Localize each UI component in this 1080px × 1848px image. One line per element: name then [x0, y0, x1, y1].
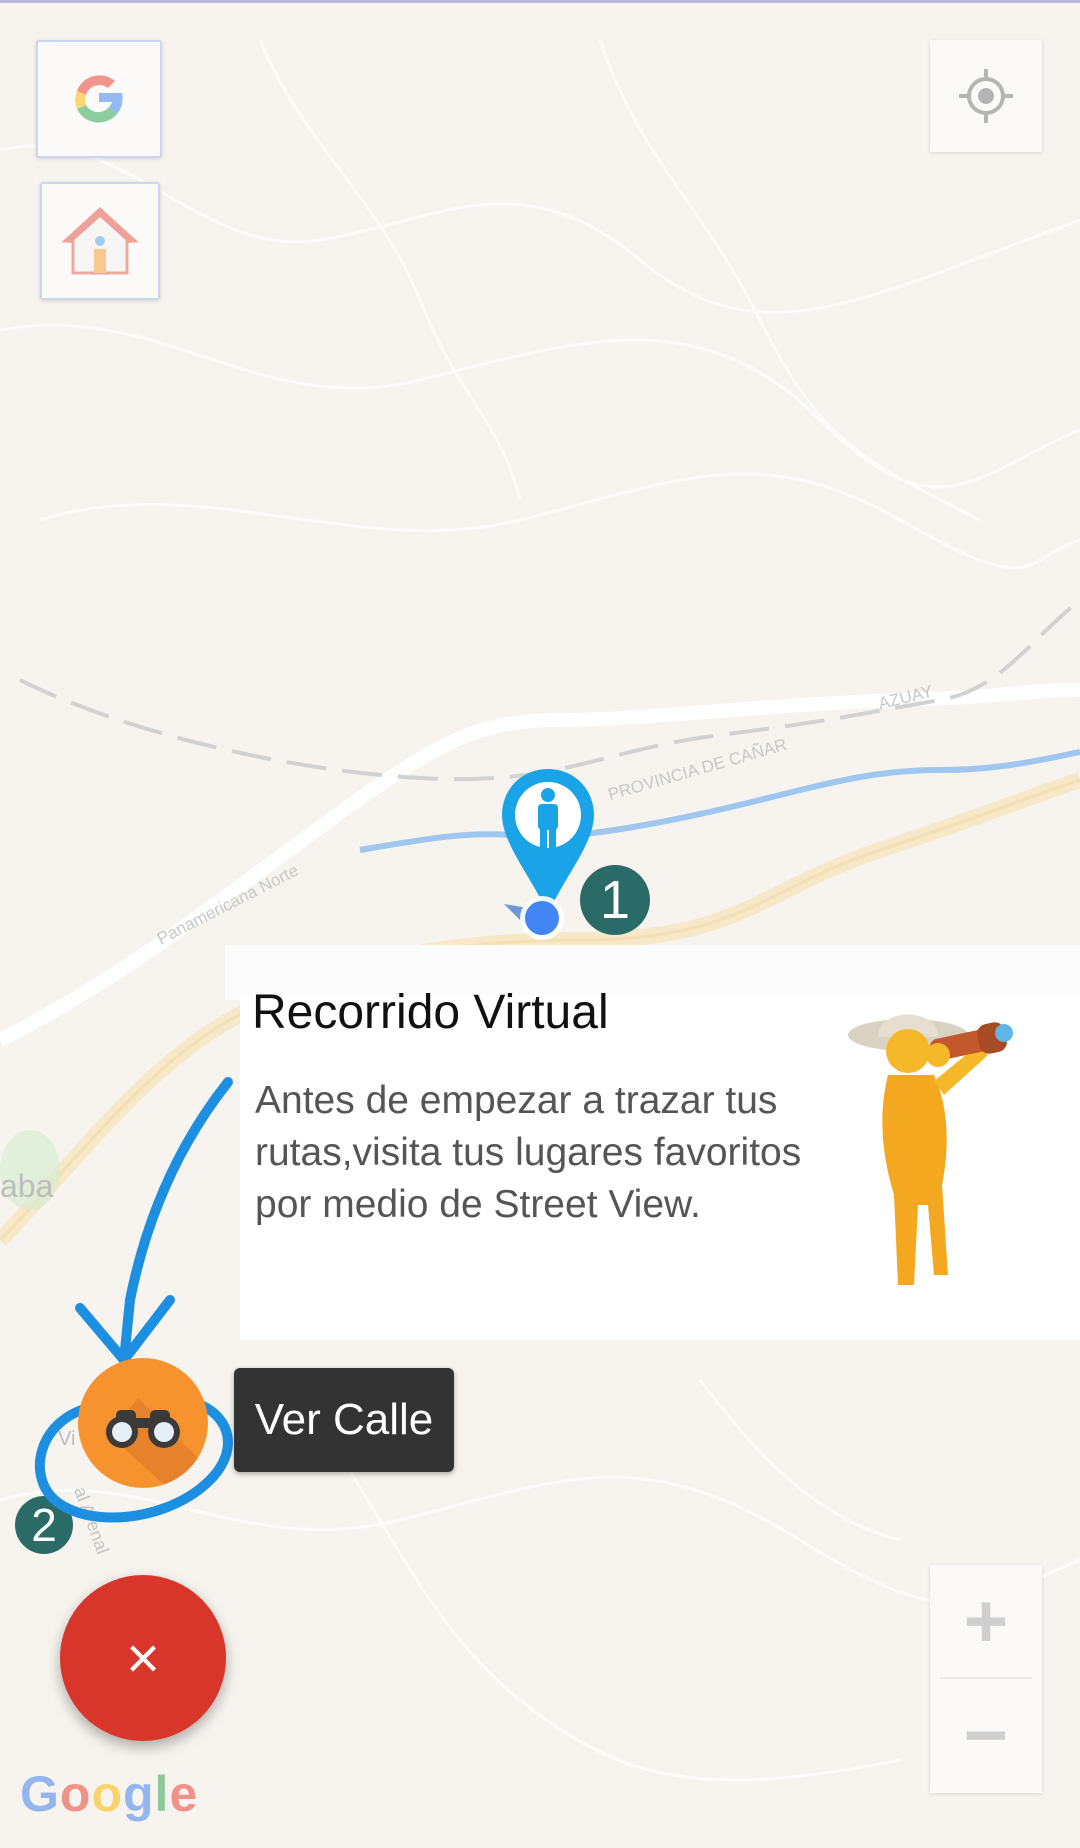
home-button[interactable] — [40, 182, 160, 300]
google-logo: Google — [20, 1766, 199, 1822]
zoom-in-button[interactable]: + — [930, 1565, 1042, 1677]
tutorial-text: Antes de empezar a trazar tus rutas,visi… — [255, 1079, 802, 1226]
top-edge-line — [0, 0, 1080, 3]
home-icon — [61, 206, 139, 275]
google-maps-button[interactable] — [36, 40, 162, 158]
my-location-icon — [959, 69, 1013, 123]
close-icon: × — [126, 1625, 160, 1691]
tutorial-title: Recorrido Virtual — [252, 986, 609, 1039]
zoom-out-button[interactable]: − — [930, 1679, 1042, 1791]
zoom-controls: + − — [930, 1565, 1042, 1793]
close-menu-button[interactable]: × — [60, 1575, 226, 1741]
current-location-dot — [504, 896, 564, 940]
binoculars-icon — [106, 1398, 208, 1488]
my-location-button[interactable] — [930, 40, 1042, 152]
step-badge-1: 1 — [580, 865, 650, 935]
street-view-button[interactable] — [78, 1358, 208, 1488]
google-g-icon — [75, 75, 123, 123]
explorer-figure-icon — [848, 1014, 1013, 1285]
street-view-tooltip: Ver Calle — [234, 1368, 454, 1472]
